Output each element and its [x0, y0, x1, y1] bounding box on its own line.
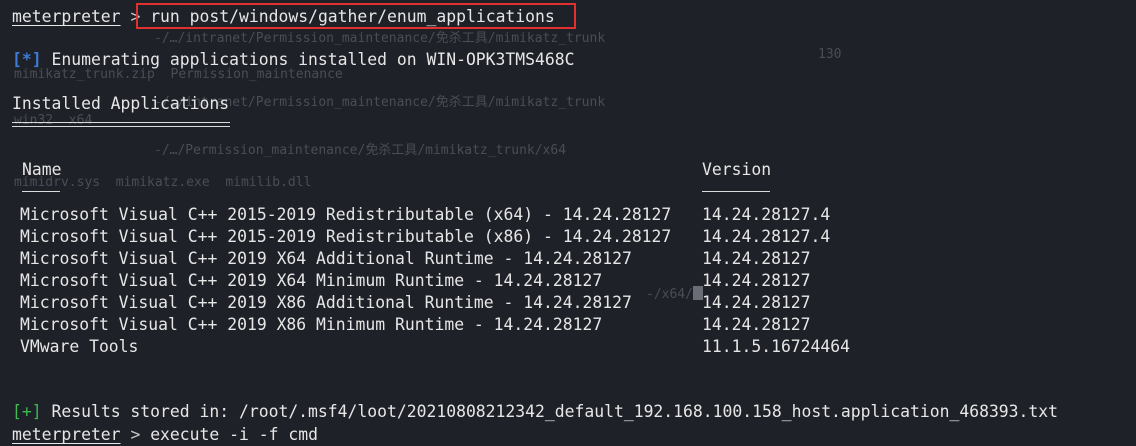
table-row-version: 14.24.28127 [702, 293, 811, 312]
table-row-version: 14.24.28127 [702, 271, 811, 290]
result-text: Results stored in: /root/.msf4/loot/2021… [51, 402, 1059, 421]
command-text: execute -i -f cmd [150, 425, 318, 444]
table-row-name: Microsoft Visual C++ 2015-2019 Redistrib… [20, 205, 672, 224]
info-tag: [*] [12, 50, 42, 69]
table-row-version: 14.24.28127 [702, 315, 811, 334]
table-row-version: 14.24.28127.4 [702, 227, 831, 246]
terminal-window[interactable]: -/…/intranet/Permission_maintenance/免杀工具… [0, 0, 1136, 444]
table-row-name: Microsoft Visual C++ 2019 X86 Minimum Ru… [20, 315, 603, 334]
header-underline-version [702, 191, 770, 192]
next-prompt-line: meterpreter > execute -i -f cmd [12, 424, 318, 446]
table-row-name: Microsoft Visual C++ 2019 X86 Additional… [20, 293, 632, 312]
title-underline [12, 122, 230, 123]
prompt-symbol: > [130, 425, 141, 444]
table-row-name: Microsoft Visual C++ 2015-2019 Redistrib… [20, 227, 672, 246]
command-highlight-box [136, 3, 576, 29]
info-line: [*] Enumerating applications installed o… [12, 49, 575, 71]
ghost-text: 130 [818, 47, 842, 62]
prompt-name: meterpreter [12, 7, 121, 26]
table-row-name: Microsoft Visual C++ 2019 X64 Additional… [20, 249, 632, 268]
table-row-name: Microsoft Visual C++ 2019 X64 Minimum Ru… [20, 271, 603, 290]
section-title: Installed Applications [12, 94, 230, 113]
prompt-name: meterpreter [12, 425, 121, 444]
table-row-version: 14.24.28127.4 [702, 205, 831, 224]
ghost-text: -/…/intranet/Permission_maintenance/免杀工具… [154, 31, 606, 46]
title-underline [12, 126, 230, 127]
info-text: Enumerating applications installed on WI… [51, 50, 575, 69]
table-row-name: VMware Tools [20, 337, 139, 356]
table-row-version: 11.1.5.16724464 [702, 337, 851, 356]
table-header-name: Name [22, 160, 62, 179]
result-tag: [+] [12, 402, 42, 421]
ghost-text: -/x64/ [646, 284, 703, 306]
header-underline-name [22, 191, 60, 192]
ghost-text: -/…/Permission_maintenance/免杀工具/mimikatz… [154, 143, 567, 158]
table-row-version: 14.24.28127 [702, 249, 811, 268]
result-line: [+] Results stored in: /root/.msf4/loot/… [12, 401, 1058, 423]
table-header-version: Version [702, 160, 772, 179]
